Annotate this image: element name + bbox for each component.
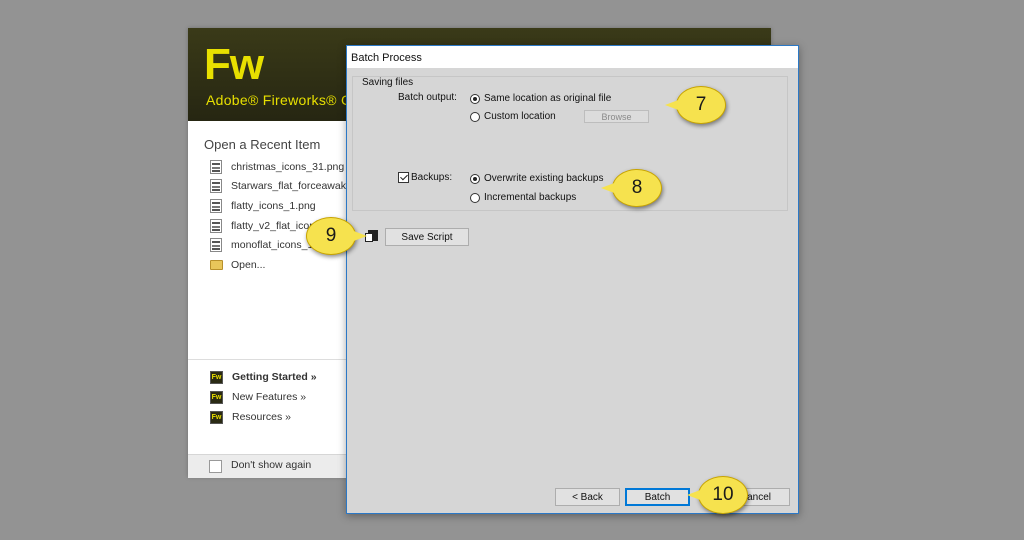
custom-location-radio[interactable] (470, 112, 480, 122)
open-file-link[interactable]: Open... (210, 256, 265, 274)
overwrite-backups-label: Overwrite existing backups (484, 173, 604, 184)
back-button[interactable]: < Back (555, 488, 620, 506)
backups-checkbox[interactable] (398, 172, 409, 183)
recent-item-label: flatty_v2_flat_icon (231, 220, 316, 232)
dialog-title: Batch Process (351, 52, 422, 64)
recent-item-label: christmas_icons_31.png (231, 161, 345, 173)
new-features-link[interactable]: Fw New Features » (210, 389, 306, 405)
incremental-backups-radio[interactable] (470, 193, 480, 203)
file-icon (210, 238, 222, 252)
batch-process-dialog: Batch Process Saving files Batch output:… (346, 45, 799, 514)
fireworks-logo: Fw (204, 40, 264, 89)
batch-button[interactable]: Batch (625, 488, 690, 506)
recent-item[interactable]: flatty_icons_1.png (210, 197, 316, 215)
callout-number: 8 (631, 177, 643, 198)
overwrite-backups-radio[interactable] (470, 174, 480, 184)
dialog-title-bar: Batch Process (347, 46, 798, 68)
recent-item[interactable]: flatty_v2_flat_icon (210, 217, 315, 235)
recent-item[interactable]: Starwars_flat_forceawake (210, 177, 352, 195)
getting-started-label: Getting Started » (232, 371, 317, 383)
recent-item-label: flatty_icons_1.png (231, 200, 316, 212)
step-callout-7: 7 (665, 86, 726, 124)
callout-number: 10 (712, 484, 734, 505)
recent-items-heading: Open a Recent Item (204, 137, 321, 152)
recent-item[interactable]: christmas_icons_31.png (210, 158, 344, 176)
resources-link[interactable]: Fw Resources » (210, 409, 291, 425)
backups-label: Backups: (411, 172, 453, 183)
dont-show-again-label: Don't show again (231, 459, 312, 471)
custom-location-label: Custom location (484, 111, 556, 122)
callout-number: 9 (325, 225, 337, 246)
folder-icon (210, 260, 223, 270)
file-icon (210, 199, 222, 213)
fireworks-badge-icon: Fw (210, 370, 223, 384)
same-location-label: Same location as original file (484, 93, 612, 104)
incremental-backups-label: Incremental backups (484, 192, 577, 203)
new-features-label: New Features » (232, 391, 307, 403)
recent-item-label: Starwars_flat_forceawake (231, 180, 352, 192)
saving-files-label: Saving files (362, 77, 414, 88)
same-location-radio[interactable] (470, 94, 480, 104)
file-icon (210, 179, 222, 193)
file-icon (210, 160, 222, 174)
script-icon (365, 230, 378, 242)
fireworks-badge-icon: Fw (210, 390, 223, 404)
product-name: Adobe® Fireworks® CS6 (206, 92, 370, 108)
fireworks-badge-icon: Fw (210, 410, 223, 424)
resources-label: Resources » (232, 411, 291, 423)
file-icon (210, 219, 222, 233)
getting-started-link[interactable]: Fw Getting Started » (210, 369, 317, 385)
batch-output-label: Batch output: (398, 92, 457, 103)
save-script-button[interactable]: Save Script (385, 228, 469, 246)
recent-item[interactable]: monoflat_icons_1.p (210, 236, 322, 254)
step-callout-8: 8 (601, 169, 662, 207)
callout-number: 7 (695, 94, 707, 115)
browse-button[interactable]: Browse (584, 110, 649, 123)
step-callout-9: 9 (306, 217, 367, 255)
open-label: Open... (231, 259, 266, 271)
dont-show-again-checkbox[interactable] (209, 460, 222, 473)
step-callout-10: 10 (687, 476, 748, 514)
